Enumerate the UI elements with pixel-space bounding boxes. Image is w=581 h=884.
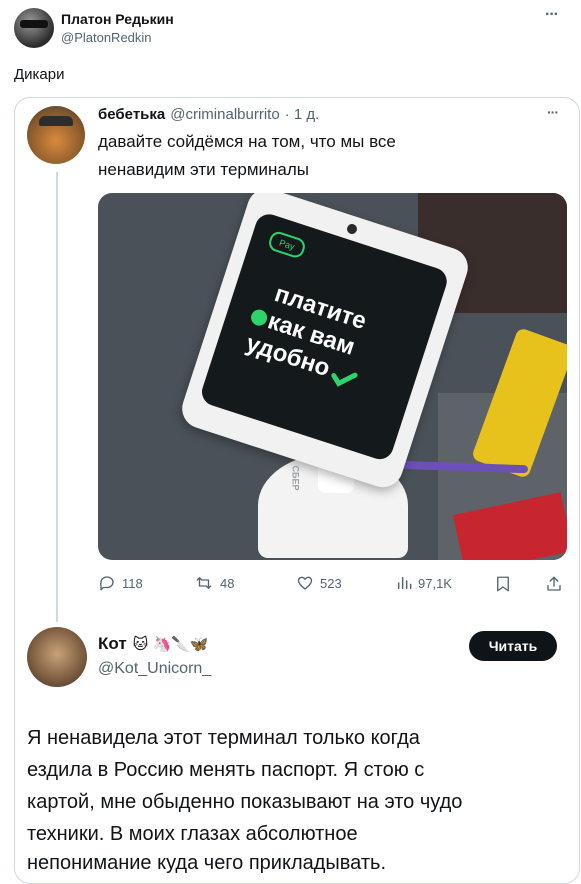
checkmark-icon <box>331 372 358 387</box>
thread-line <box>56 172 58 622</box>
reply-metric[interactable]: 118 <box>98 574 143 592</box>
share-icon[interactable] <box>545 574 563 594</box>
heart-icon <box>297 576 313 590</box>
views-metric[interactable]: 97,1K <box>396 574 452 592</box>
terminal-photo[interactable]: Pay платите как вам удобно СБЕР <box>98 193 567 560</box>
reply-text-line-2: ездила в Россию менять паспорт. Я стою с <box>27 759 425 781</box>
reply-count: 118 <box>122 575 143 591</box>
more-options-button[interactable]: ··· <box>545 6 559 24</box>
like-count: 523 <box>320 575 342 591</box>
camera-icon <box>345 222 359 236</box>
author-name[interactable]: Платон Редькин <box>61 11 174 27</box>
reply-text-line-1: Я ненавидела этот терминал только когда <box>27 727 420 749</box>
quoted-time[interactable]: · 1 д. <box>285 106 320 123</box>
quoted-avatar[interactable] <box>27 106 85 164</box>
retweet-icon <box>196 577 212 589</box>
reply-handle[interactable]: @Kot_Unicorn_ <box>98 660 211 678</box>
quoted-name[interactable]: бебетька <box>98 106 165 123</box>
quoted-more-button[interactable]: ··· <box>547 104 559 120</box>
tweet-text: Дикари <box>14 66 65 83</box>
quoted-text-line-1: давайте сойдёмся на том, что мы все <box>98 132 396 151</box>
reply-name[interactable]: Кот <box>98 634 127 654</box>
brand-label: СБЕР <box>290 465 301 491</box>
retweet-count: 48 <box>220 575 235 591</box>
reply-name-emoji: 🐱 🦄🔪🦋 <box>132 636 209 653</box>
quoted-handle[interactable]: @criminalburrito <box>170 106 279 123</box>
views-count: 97,1K <box>418 575 452 591</box>
reply-text-line-3: картой, мне обыденно показывают на это ч… <box>27 791 463 813</box>
retweet-metric[interactable]: 48 <box>194 574 234 592</box>
reply-icon <box>99 576 114 591</box>
quoted-text-line-2: ненавидим эти терминалы <box>98 160 310 179</box>
reply-avatar[interactable] <box>27 627 87 687</box>
pay-badge: Pay <box>266 229 308 260</box>
like-metric[interactable]: 523 <box>296 574 342 592</box>
author-avatar[interactable] <box>14 8 54 48</box>
bookmark-icon[interactable] <box>494 574 512 594</box>
reply-text-line-4: техники. В моих глазах абсолютное <box>27 823 358 845</box>
views-icon <box>397 576 412 590</box>
author-handle[interactable]: @PlatonRedkin <box>61 30 152 45</box>
follow-button[interactable]: Читать <box>469 631 557 661</box>
reply-text-line-5: непонимание куда чего прикладывать. <box>27 852 387 874</box>
